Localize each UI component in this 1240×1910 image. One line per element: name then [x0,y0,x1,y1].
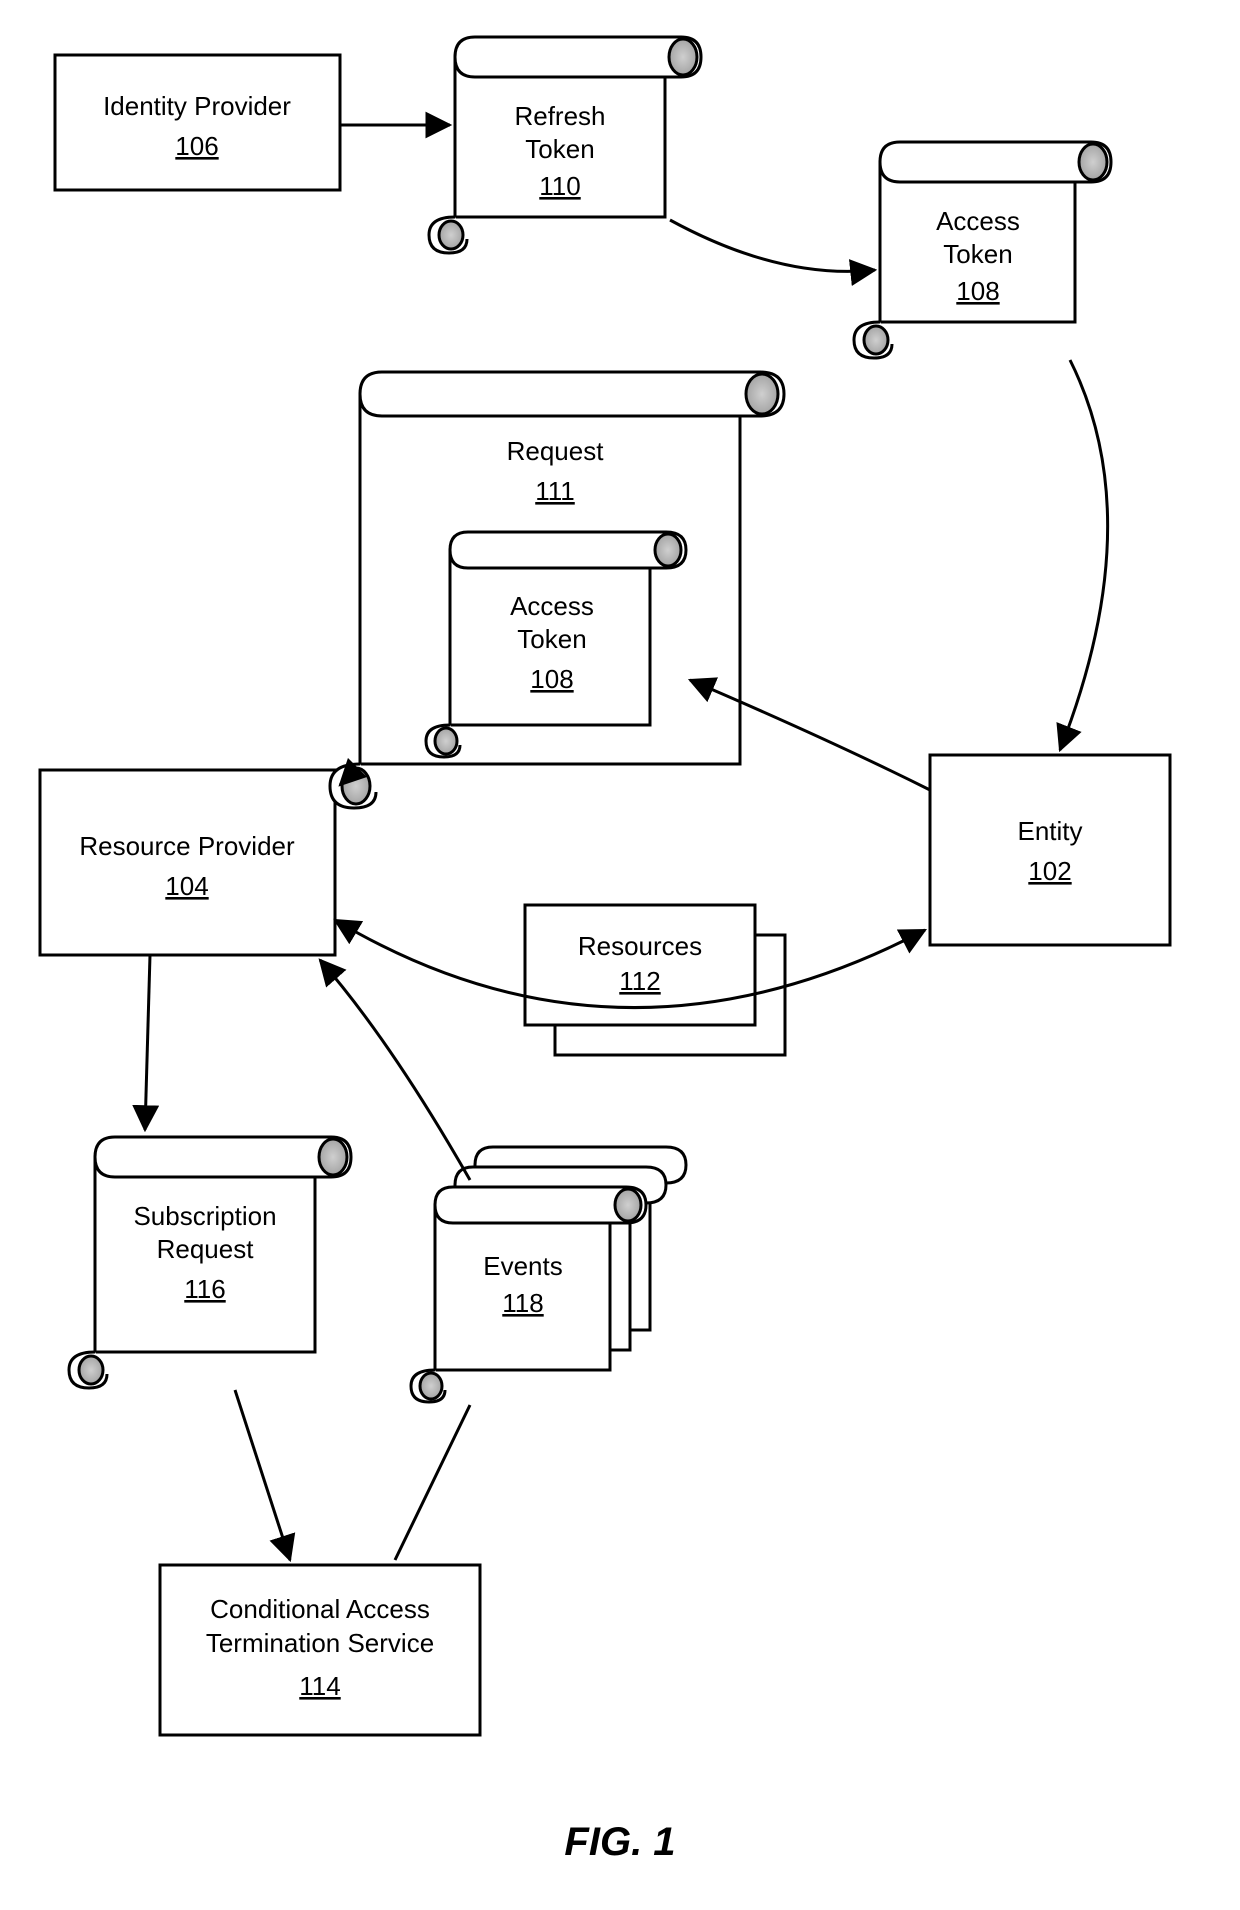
request-access-token-label-1: Access [510,591,594,621]
resource-provider-node: Resource Provider 104 [40,770,335,955]
figure-1-diagram: Identity Provider 106 Resource Provider … [0,0,1240,1910]
access-token-num: 108 [956,276,999,306]
resource-provider-num: 104 [165,871,208,901]
subscription-request-node: Subscription Request 116 [69,1137,351,1388]
resources-label: Resources [578,931,702,961]
events-node: Events 118 [411,1147,686,1402]
resources-node: Resources 112 [525,905,785,1055]
request-num: 111 [535,476,575,506]
entity-label: Entity [1017,816,1082,846]
request-access-token-node: Access Token 108 [426,532,686,757]
arrow-refresh-to-access [670,220,875,271]
cats-label-1: Conditional Access [210,1594,430,1624]
refresh-token-node: Refresh Token 110 [429,37,701,253]
arrow-sub-to-cats [235,1390,290,1560]
line-cats-to-events [395,1405,470,1560]
request-node: Request 111 Access Token 108 [330,372,784,808]
entity-num: 102 [1028,856,1071,886]
cats-label-2: Termination Service [206,1628,434,1658]
arrow-access-to-entity [1060,360,1108,750]
resources-num: 112 [619,966,660,996]
access-token-label-1: Access [936,206,1020,236]
request-access-token-num: 108 [530,664,573,694]
request-access-token-label-2: Token [517,624,586,654]
cats-num: 114 [299,1671,340,1701]
subscription-num: 116 [184,1274,225,1304]
arrow-rp-to-sub [145,955,150,1130]
figure-label: FIG. 1 [564,1820,675,1864]
events-label: Events [483,1251,563,1281]
refresh-token-num: 110 [539,171,580,201]
subscription-label-1: Subscription [133,1201,276,1231]
access-token-label-2: Token [943,239,1012,269]
identity-provider-label: Identity Provider [103,91,291,121]
refresh-token-label-2: Token [525,134,594,164]
resource-provider-label: Resource Provider [79,831,295,861]
identity-provider-num: 106 [175,131,218,161]
events-num: 118 [502,1288,543,1318]
access-token-node: Access Token 108 [854,142,1111,358]
entity-node: Entity 102 [930,755,1170,945]
identity-provider-node: Identity Provider 106 [55,55,340,190]
cats-node: Conditional Access Termination Service 1… [160,1565,480,1735]
request-label: Request [507,436,605,466]
subscription-label-2: Request [157,1234,255,1264]
refresh-token-label-1: Refresh [514,101,605,131]
